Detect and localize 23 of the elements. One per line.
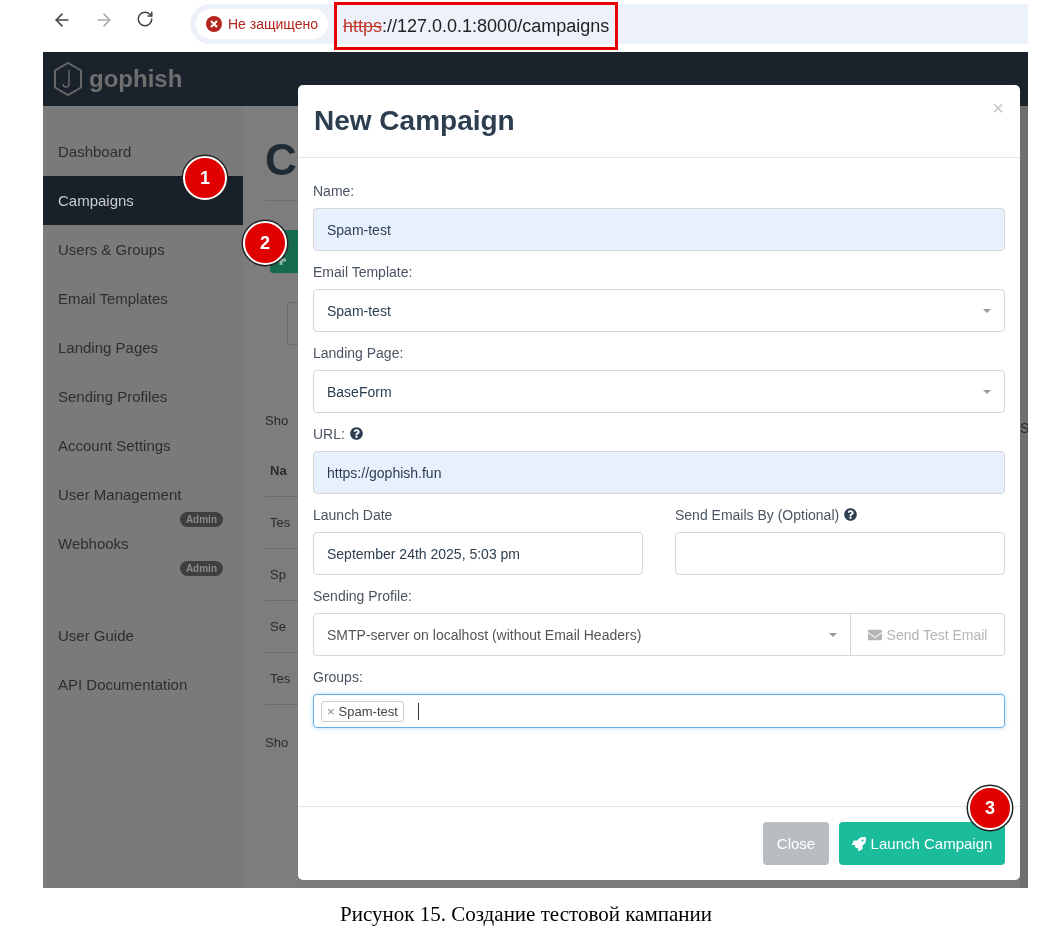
admin-badge: Admin xyxy=(179,512,223,527)
figure-caption: Рисунок 15. Создание тестовой кампании xyxy=(339,902,713,927)
entries-label: Sho xyxy=(265,413,289,428)
field-label: Sending Profile: xyxy=(313,587,413,604)
table-cell: Tes xyxy=(270,515,291,530)
admin-badge: Admin xyxy=(179,561,223,576)
field-label: Email Template: xyxy=(313,263,414,280)
field-label: Send Emails By (Optional) xyxy=(675,506,840,523)
security-label: Не защищено xyxy=(228,16,318,32)
field-label: Name: xyxy=(313,182,356,199)
dialog-title: New Campaign xyxy=(314,105,515,137)
field-label: Groups: xyxy=(313,668,364,685)
field-label: URL: xyxy=(313,425,345,442)
partial-text: S xyxy=(1020,420,1028,436)
field-label: Launch Date xyxy=(313,506,394,523)
column-header: Na xyxy=(270,463,287,478)
table-cell: Sp xyxy=(270,567,286,582)
page-heading: C xyxy=(265,134,297,186)
table-info: Sho xyxy=(265,735,289,750)
logo-text: gophish xyxy=(89,65,183,93)
field-label: Landing Page: xyxy=(313,344,405,361)
table-cell: Se xyxy=(270,619,286,634)
table-cell: Tes xyxy=(270,671,291,686)
